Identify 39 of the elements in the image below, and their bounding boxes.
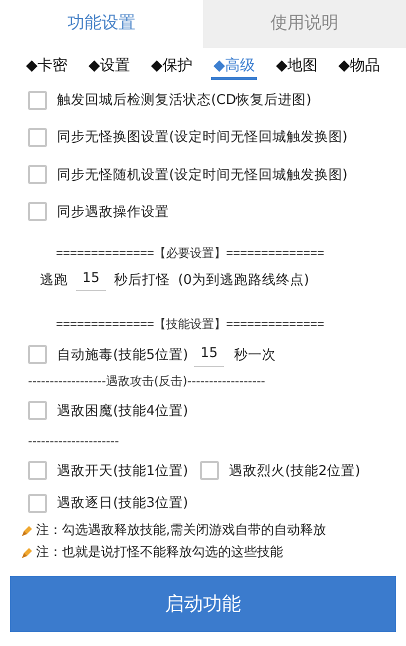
checkbox[interactable] [28,461,47,480]
option-label: 同步无怪换图设置(设定时间无怪回城触发换图) [57,128,348,148]
section-tab[interactable]: ◆物品 [336,54,382,80]
section-header: ==============【必要设置】============== [55,245,324,262]
option-label: 自动施毒(技能5位置) [57,346,188,365]
number-field[interactable]: 15 [76,268,106,292]
section-tab[interactable]: ◆地图 [274,54,320,80]
option-label: 遇敌逐日(技能3位置) [57,494,188,513]
number-field[interactable]: 15 [194,343,224,366]
checkbox[interactable] [28,345,47,364]
field-label: 秒一次 [234,346,276,365]
option-label: 同步无怪随机设置(设定时间无怪回城触发换图) [57,166,348,184]
hint-text: (0为到逃跑路线终点) [178,270,310,290]
checkbox[interactable] [28,202,47,222]
start-button[interactable]: 启动功能 [10,576,396,632]
checkbox[interactable] [28,128,47,147]
divider-text: ------------------遇敌攻击(反击)------------------ [28,372,266,388]
section-header: ==============【技能设置】============== [55,316,324,334]
divider-text: --------------------- [28,432,120,449]
field-label: 逃跑 [40,270,68,290]
option-label: 同步遇敌操作设置 [57,202,169,222]
checkbox[interactable] [28,90,47,110]
checkbox[interactable] [28,401,47,420]
section-tab[interactable]: ◆保护 [148,54,195,80]
note-text: 注：也就是说打怪不能释放勾选的这些技能 [36,544,283,562]
option-label: 遇敌开天(技能1位置) [57,462,188,481]
pencil-icon [20,524,34,538]
checkbox[interactable] [28,165,47,184]
section-tab[interactable]: ◆设置 [86,54,132,80]
note-text: 注：勾选遇敌释放技能,需关闭游戏自带的自动释放 [36,522,326,540]
checkbox[interactable] [28,494,47,513]
section-tab[interactable]: ◆高级 [211,54,257,80]
field-label: 秒后打怪 [114,270,170,290]
pencil-icon [20,546,34,560]
option-label: 遇敌困魔(技能4位置) [57,402,188,420]
option-label: 触发回城后检测复活状态(CD恢复后进图) [57,91,312,110]
option-label: 遇敌烈火(技能2位置) [229,462,360,481]
checkbox[interactable] [200,461,220,480]
section-tab[interactable]: ◆卡密 [24,54,70,80]
